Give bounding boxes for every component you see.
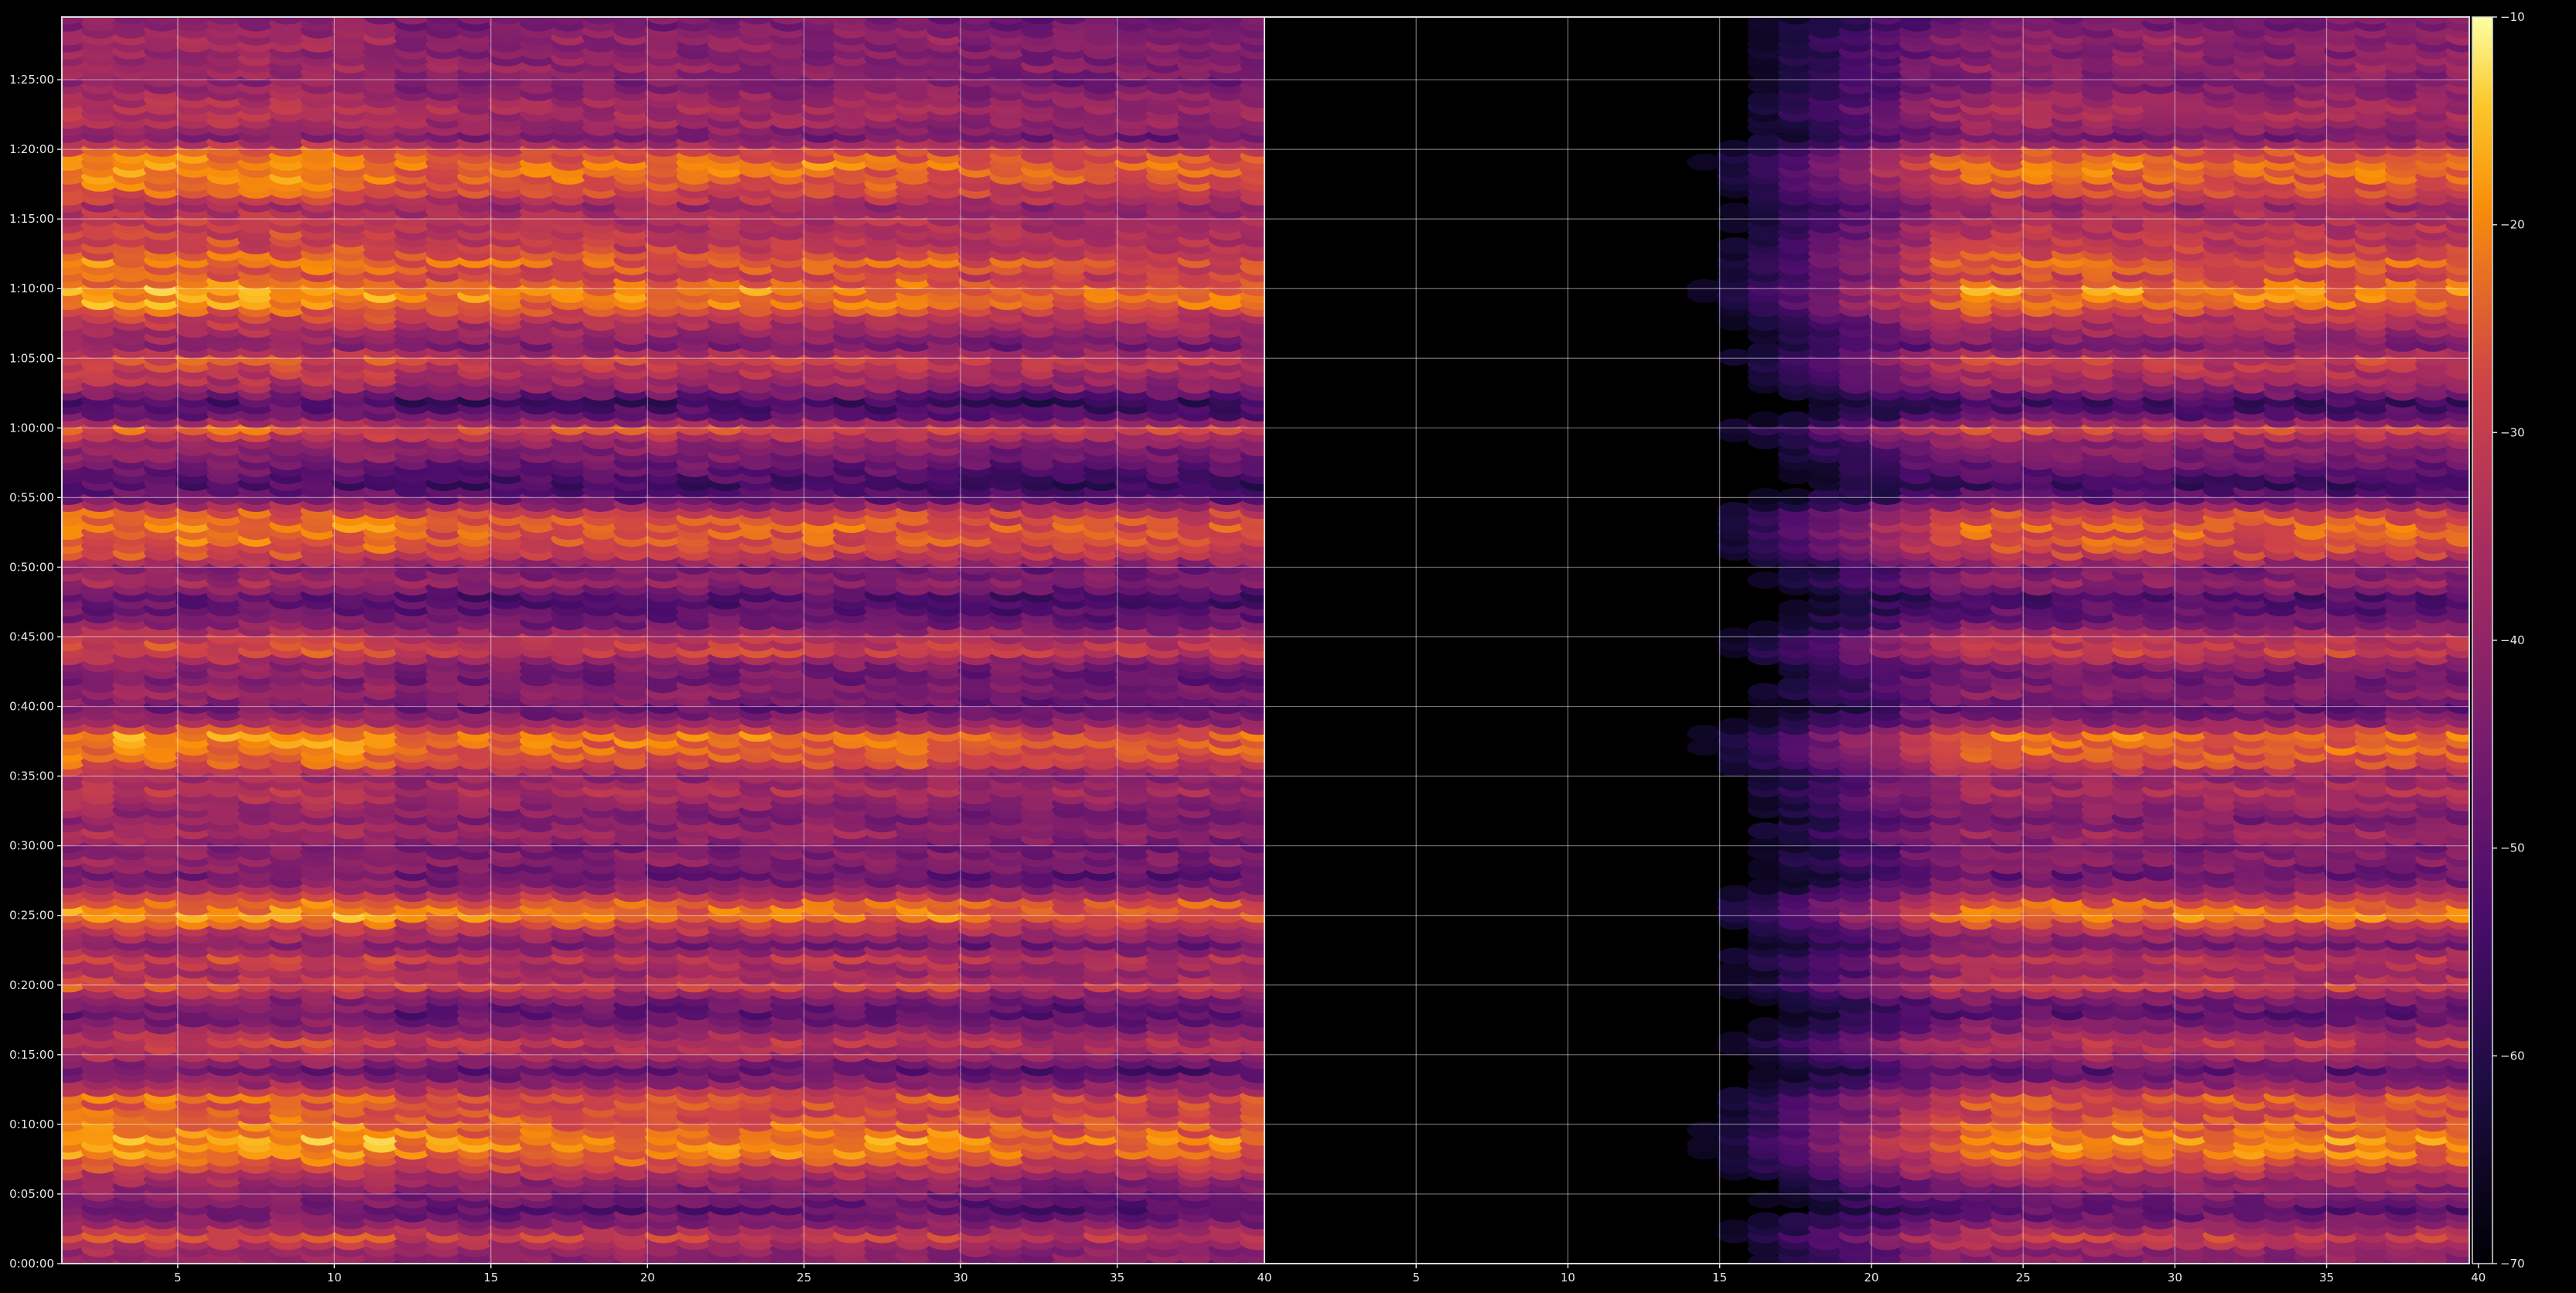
spectrogram-chart: 0:00:000:05:000:10:000:15:000:20:000:25:… [0,0,2576,1293]
left-panel [62,17,1264,1264]
